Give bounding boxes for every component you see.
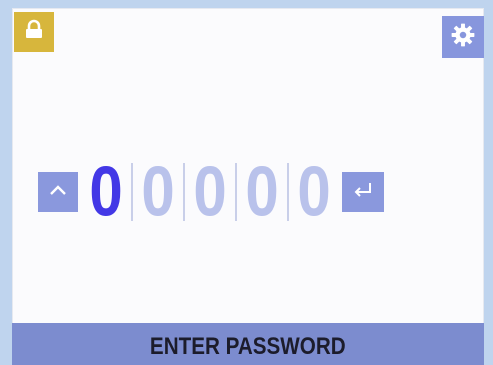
- password-digit-4[interactable]: 0: [242, 156, 282, 228]
- digit-separator: [131, 163, 133, 221]
- password-digit-5[interactable]: 0: [294, 156, 334, 228]
- status-bar: ENTER PASSWORD: [12, 323, 484, 365]
- lock-button[interactable]: [14, 12, 54, 52]
- password-digit-1[interactable]: 0: [86, 156, 126, 228]
- enter-return-icon: [352, 181, 374, 204]
- password-digit-2[interactable]: 0: [138, 156, 178, 228]
- enter-button[interactable]: [342, 172, 384, 212]
- settings-button[interactable]: [442, 16, 484, 58]
- status-message: ENTER PASSWORD: [150, 333, 346, 360]
- increment-digit-button[interactable]: [38, 172, 78, 212]
- password-digits: 0 0 0 0 0: [86, 156, 334, 227]
- digit-separator: [183, 163, 185, 221]
- password-entry-row: 0 0 0 0 0: [38, 156, 384, 228]
- chevron-up-icon: [49, 183, 67, 201]
- gear-icon: [450, 22, 476, 53]
- screen: 0 0 0 0 0 ENTER PASSWORD: [12, 8, 484, 365]
- digit-separator: [235, 163, 237, 221]
- lock-icon: [22, 18, 46, 47]
- digit-separator: [287, 163, 289, 221]
- device-frame: 0 0 0 0 0 ENTER PASSWORD: [0, 0, 493, 365]
- password-digit-3[interactable]: 0: [190, 156, 230, 228]
